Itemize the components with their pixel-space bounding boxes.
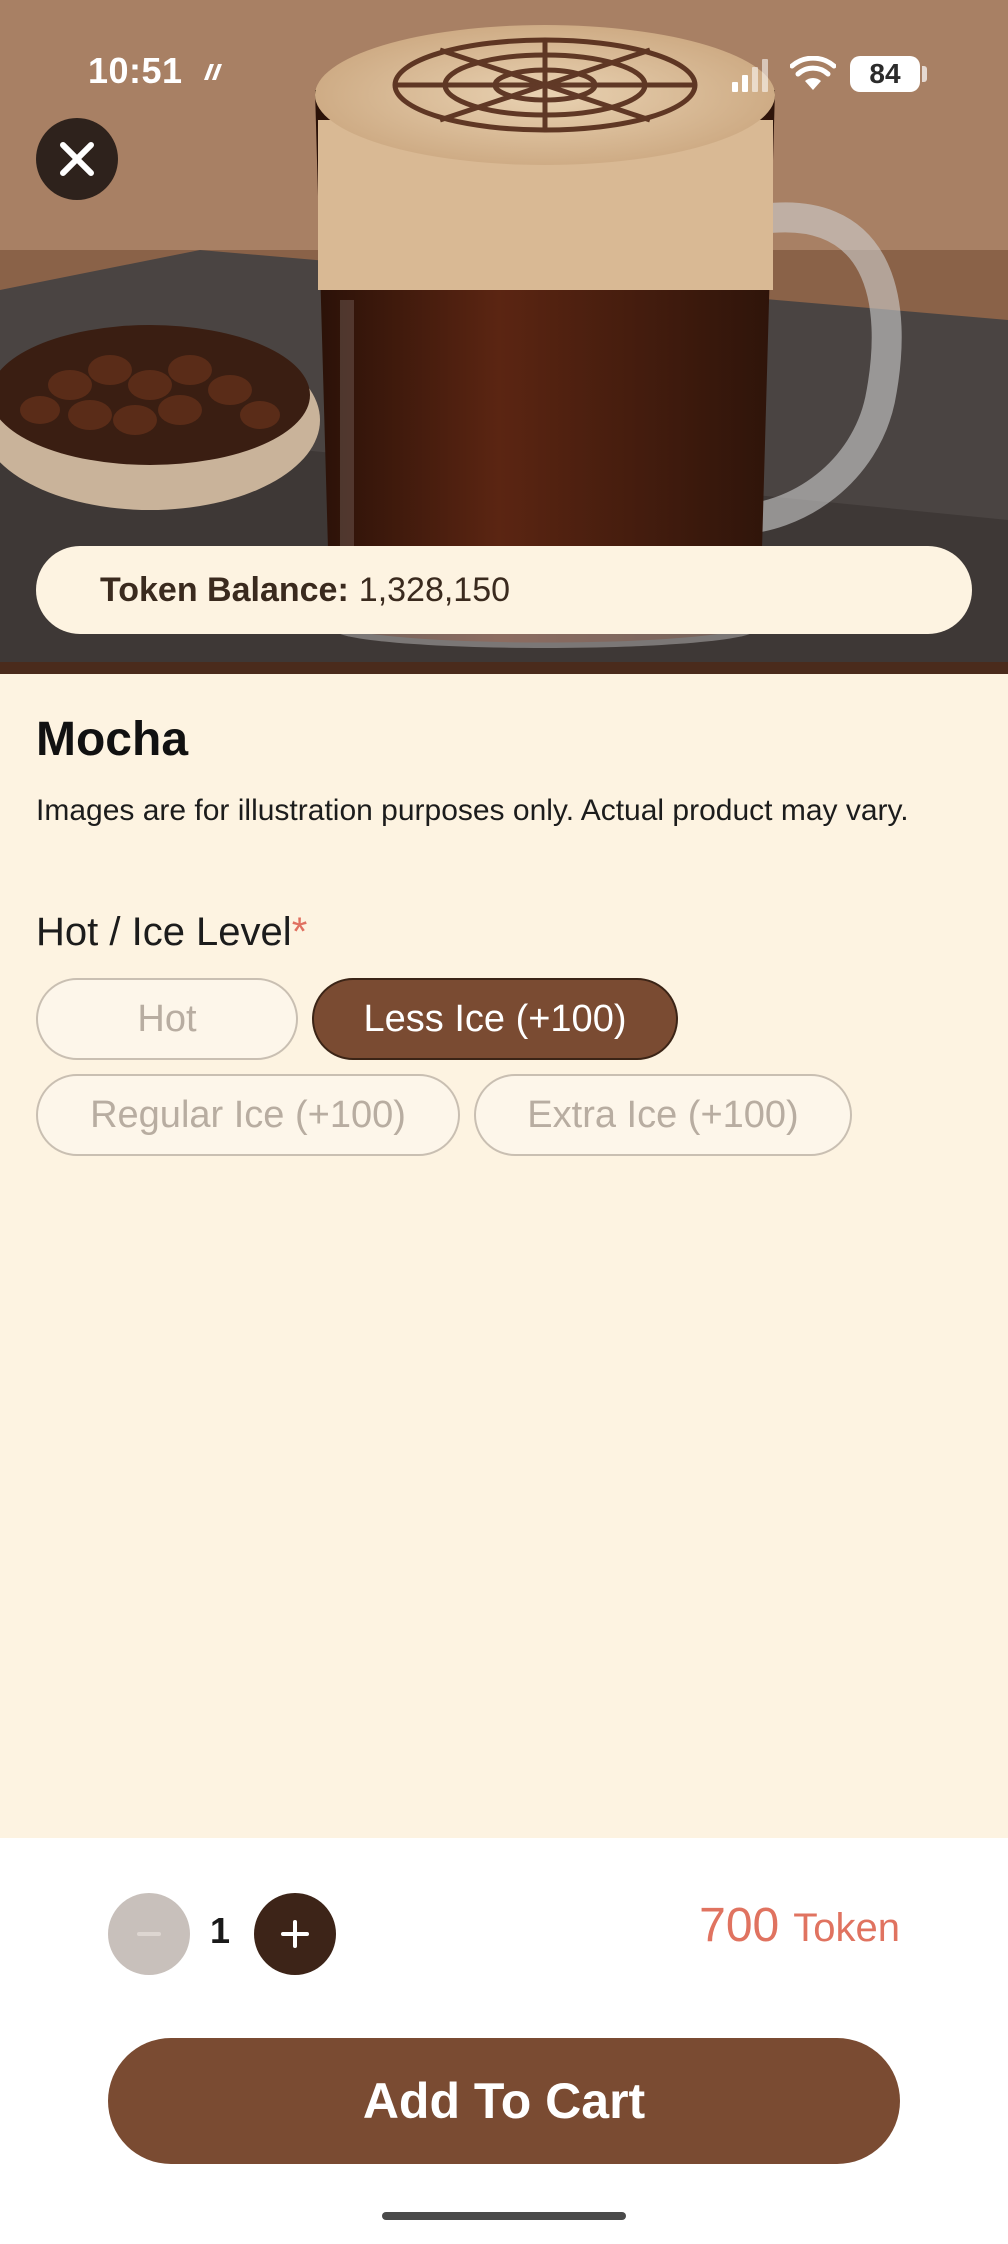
battery-icon: 84 bbox=[850, 56, 920, 92]
wifi-icon bbox=[790, 56, 836, 90]
option-regular-ice[interactable]: Regular Ice (+100) bbox=[36, 1074, 460, 1156]
signal-icon bbox=[732, 59, 768, 92]
add-to-cart-label: Add To Cart bbox=[362, 2073, 646, 2129]
option-label: Less Ice (+100) bbox=[363, 997, 627, 1040]
product-title: Mocha bbox=[36, 713, 189, 766]
option-label: Hot bbox=[137, 997, 197, 1040]
option-label: Extra Ice (+100) bbox=[527, 1093, 799, 1136]
option-label: Regular Ice (+100) bbox=[90, 1093, 406, 1136]
option-group-heading: Hot / Ice Level* bbox=[36, 910, 307, 955]
add-to-cart-button[interactable]: Add To Cart bbox=[108, 2038, 900, 2164]
quantity-value: 1 bbox=[209, 1910, 231, 1951]
token-balance-value: 1,328,150 bbox=[358, 570, 511, 609]
hero-divider bbox=[0, 662, 1008, 674]
option-hot[interactable]: Hot bbox=[36, 978, 298, 1060]
required-marker: * bbox=[291, 910, 308, 954]
home-indicator[interactable] bbox=[382, 2212, 626, 2220]
notification-icon bbox=[204, 64, 222, 80]
option-less-ice[interactable]: Less Ice (+100) bbox=[312, 978, 678, 1060]
minus-icon bbox=[137, 1932, 161, 1936]
option-group-label: Hot / Ice Level bbox=[36, 910, 292, 954]
price-display: 700 Token bbox=[699, 1898, 900, 1953]
decrease-quantity-button[interactable] bbox=[108, 1893, 190, 1975]
battery-tip bbox=[922, 66, 927, 82]
option-extra-ice[interactable]: Extra Ice (+100) bbox=[474, 1074, 852, 1156]
status-bar: 10:51 84 bbox=[0, 0, 1008, 150]
token-balance-banner: Token Balance: 1,328,150 bbox=[36, 546, 972, 634]
token-balance-label: Token Balance: bbox=[100, 570, 349, 609]
battery-level: 84 bbox=[869, 58, 901, 89]
price-unit: Token bbox=[793, 1906, 900, 1950]
price-amount: 700 bbox=[699, 1899, 780, 1952]
product-disclaimer: Images are for illustration purposes onl… bbox=[36, 794, 909, 827]
increase-quantity-button[interactable] bbox=[254, 1893, 336, 1975]
plus-icon bbox=[281, 1920, 309, 1948]
status-time: 10:51 bbox=[88, 50, 183, 91]
close-button[interactable] bbox=[36, 118, 118, 200]
close-icon bbox=[60, 142, 94, 176]
